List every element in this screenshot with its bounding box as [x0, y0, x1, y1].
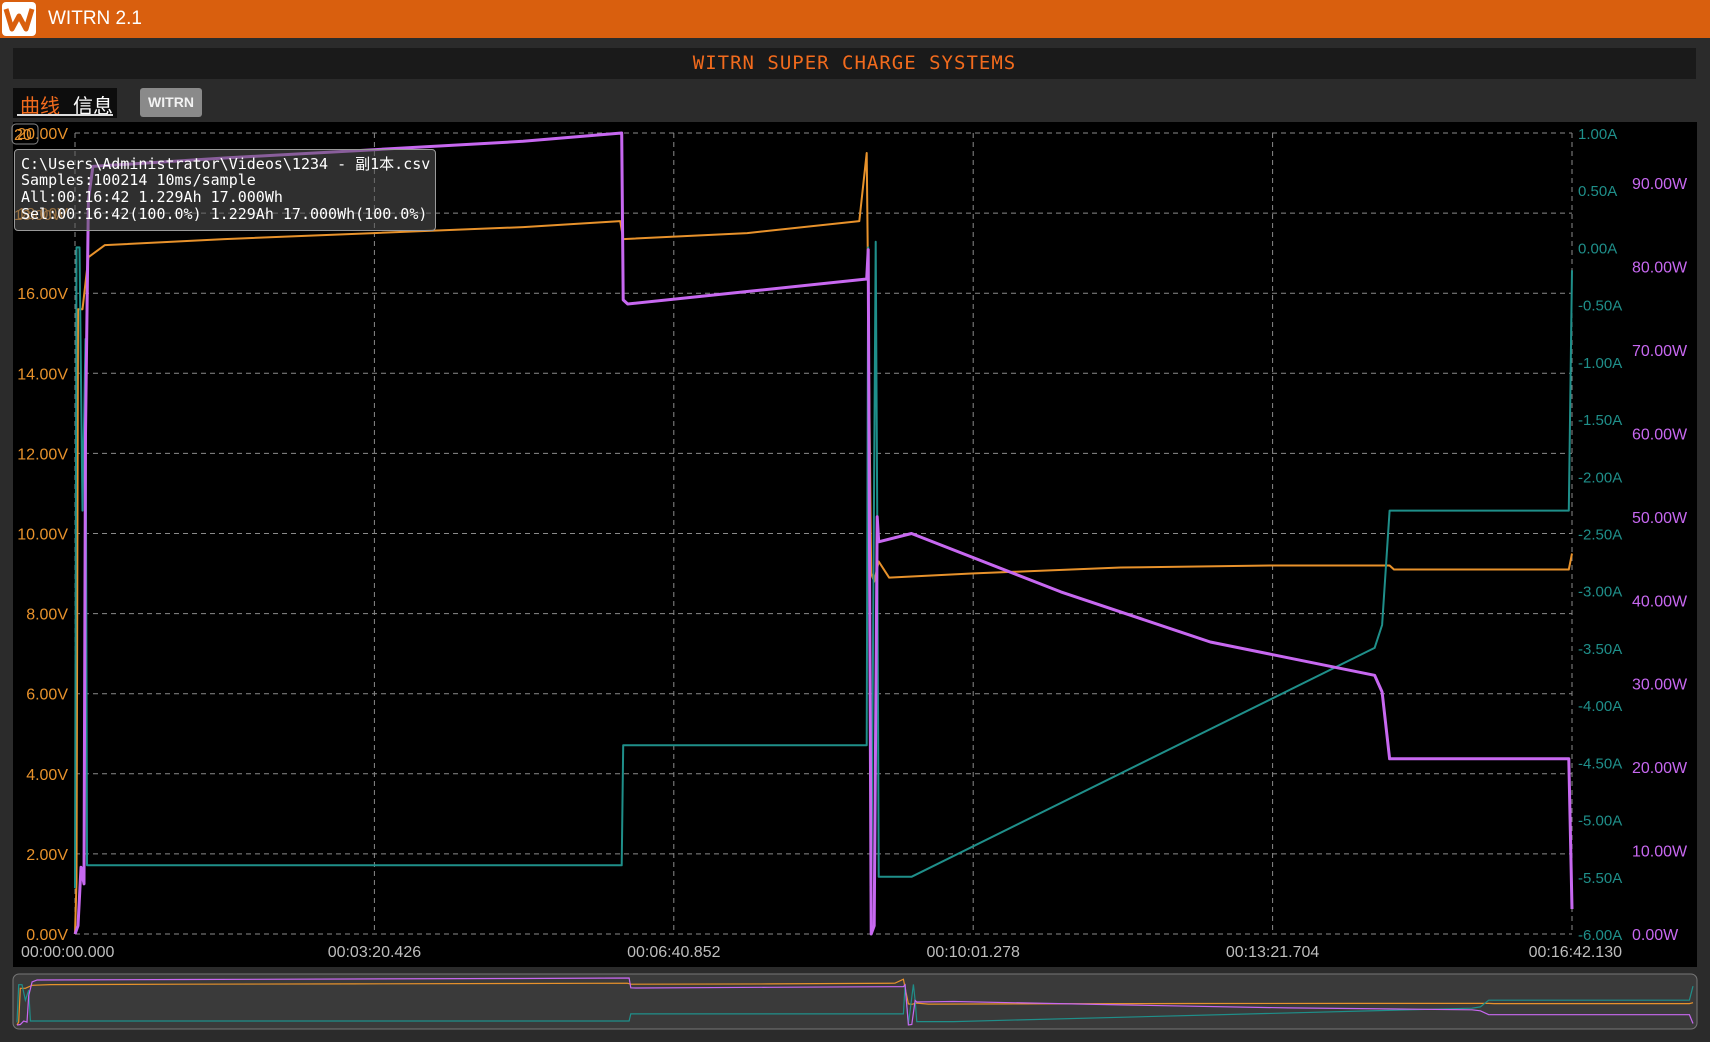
current-tick-label: 0.00A: [1578, 240, 1617, 257]
x-tick-label: 00:13:21.704: [1226, 944, 1320, 961]
current-tick-label: -2.50A: [1578, 527, 1622, 544]
info-panel: C:\Users\Administrator\Videos\1234 - 副1本…: [14, 149, 436, 231]
power-tick-label: 70.00W: [1632, 343, 1688, 360]
voltage-tick-label: 4.00V: [26, 767, 68, 784]
current-tick-label: -4.00A: [1578, 698, 1622, 715]
voltage-tick-label: 14.00V: [17, 366, 68, 383]
current-tick-label: -6.00A: [1578, 927, 1622, 944]
power-tick-label: 0.00W: [1632, 927, 1679, 944]
plot-background: [13, 122, 1697, 967]
current-tick-label: 0.50A: [1578, 183, 1617, 200]
info-all: All:00:16:42 1.229Ah 17.000Wh: [21, 188, 283, 206]
current-tick-label: -1.50A: [1578, 412, 1622, 429]
voltage-tick-label: 6.00V: [26, 687, 68, 704]
power-tick-label: 90.00W: [1632, 176, 1688, 193]
info-samples: Samples:100214 10ms/sample: [21, 171, 256, 189]
current-tick-label: 1.00A: [1578, 126, 1617, 143]
voltage-tick-label: 2.00V: [26, 847, 68, 864]
power-tick-label: 10.00W: [1632, 844, 1688, 861]
voltage-tick-label: 8.00V: [26, 607, 68, 624]
overlay-top-label: 20: [14, 127, 32, 144]
voltage-tick-label: 16.00V: [17, 286, 68, 303]
current-tick-label: -2.00A: [1578, 469, 1622, 486]
info-sel: Sel:00:16:42(100.0%) 1.229Ah 17.000Wh(10…: [21, 205, 428, 223]
current-tick-label: -1.00A: [1578, 355, 1622, 372]
current-tick-label: -4.50A: [1578, 755, 1622, 772]
x-tick-label: 00:16:42.130: [1529, 944, 1623, 961]
power-tick-label: 30.00W: [1632, 677, 1688, 694]
x-tick-label: 00:00:00.000: [21, 944, 115, 961]
current-tick-label: -5.50A: [1578, 870, 1622, 887]
power-tick-label: 60.00W: [1632, 426, 1688, 443]
current-tick-label: -3.50A: [1578, 641, 1622, 658]
x-tick-label: 00:06:40.852: [627, 944, 721, 961]
power-tick-label: 50.00W: [1632, 510, 1688, 527]
power-tick-label: 40.00W: [1632, 593, 1688, 610]
voltage-tick-label: 10.00V: [17, 527, 68, 544]
current-tick-label: -0.50A: [1578, 298, 1622, 315]
x-tick-label: 00:10:01.278: [926, 944, 1020, 961]
power-tick-label: 80.00W: [1632, 260, 1688, 277]
x-tick-label: 00:03:20.426: [328, 944, 422, 961]
power-tick-label: 20.00W: [1632, 760, 1688, 777]
voltage-tick-label: 12.00V: [17, 446, 68, 463]
current-tick-label: -5.00A: [1578, 813, 1622, 830]
current-tick-label: -3.00A: [1578, 584, 1622, 601]
voltage-tick-label: 0.00V: [26, 927, 68, 944]
